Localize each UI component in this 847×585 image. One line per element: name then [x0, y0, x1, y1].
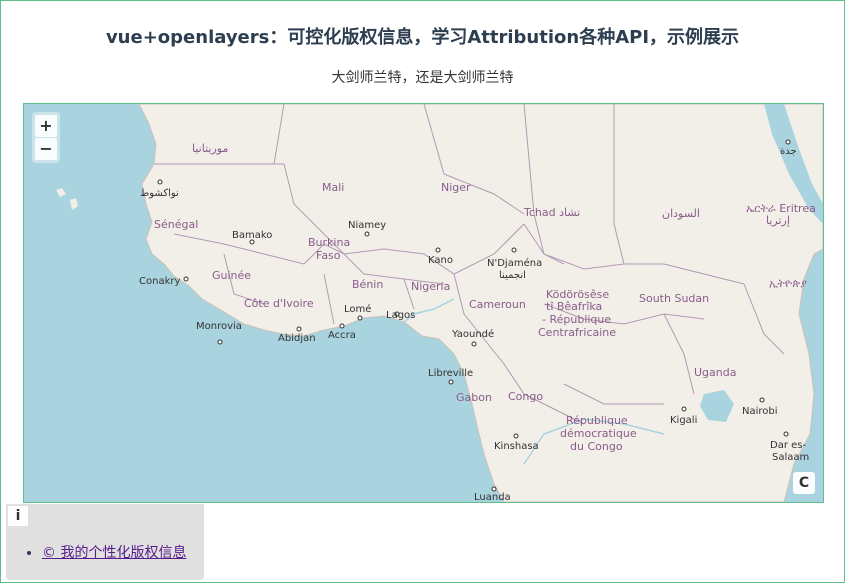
country-label: Sénégal	[154, 218, 198, 231]
attribution-link[interactable]: © 我的个性化版权信息	[42, 545, 186, 561]
city-label: N'Djaména	[487, 257, 542, 269]
country-label: Centrafricaine	[538, 326, 616, 339]
country-label: Nigeria	[411, 280, 450, 293]
country-label: Congo	[508, 390, 543, 403]
city-label: Conakry	[139, 276, 180, 287]
zoom-in-button[interactable]: +	[35, 115, 57, 137]
country-label: Niger	[441, 181, 471, 194]
zoom-control: + −	[32, 112, 60, 163]
country-label: Côte d'Ivoire	[244, 297, 314, 310]
city-label: Nairobi	[742, 406, 778, 417]
country-label: Burkina	[308, 236, 350, 249]
page-title: vue+openlayers：可控化版权信息，学习Attribution各种AP…	[105, 27, 740, 48]
country-label: tî Bêafrîka	[546, 300, 602, 313]
city-label: Abidjan	[278, 333, 316, 344]
country-label: Tchad تشاد	[523, 206, 580, 219]
country-label: Guinée	[212, 269, 251, 282]
zoom-out-button[interactable]: −	[35, 138, 57, 160]
country-label: Uganda	[694, 366, 736, 379]
country-label: Faso	[316, 249, 341, 262]
city-label: Bamako	[232, 230, 272, 241]
country-label: إرتريا	[766, 214, 790, 227]
attribution-info-button[interactable]: i	[8, 506, 28, 526]
attribution-list: © 我的个性化版权信息	[26, 542, 186, 562]
country-label: République	[566, 414, 628, 427]
city-label: Yaoundé	[451, 328, 494, 340]
country-label: du Congo	[570, 440, 623, 453]
country-label: Cameroun	[469, 298, 526, 311]
custom-attribution-panel: i © 我的个性化版权信息	[6, 504, 204, 580]
city-label: Luanda	[474, 492, 511, 502]
city-label: Libreville	[428, 368, 473, 379]
city-label: Kinshasa	[494, 441, 539, 452]
city-label: Monrovia	[196, 321, 242, 332]
country-label: موريتانيا	[192, 142, 228, 155]
country-label: démocratique	[560, 427, 637, 440]
city-label: انجمينا	[499, 270, 526, 281]
city-label: جدة	[780, 146, 797, 157]
city-label: Lagos	[386, 310, 415, 321]
attribution-item: © 我的个性化版权信息	[42, 542, 186, 562]
city-label: Niamey	[348, 220, 386, 231]
country-label: South Sudan	[639, 292, 709, 305]
country-label: - République	[542, 313, 611, 326]
city-label: Dar es-	[770, 440, 806, 451]
city-label: Accra	[328, 330, 356, 341]
country-label: ኢትዮጵያ	[769, 277, 807, 290]
map-canvas[interactable]: موريتانيا Mali Niger Tchad تشاد السودان …	[24, 104, 823, 502]
page-subtitle: 大剑师兰特，还是大剑师兰特	[331, 70, 514, 86]
city-label: Salaam	[772, 452, 809, 463]
country-label: Mali	[322, 181, 344, 194]
country-label: Bénin	[352, 278, 383, 291]
country-label: السودان	[662, 207, 700, 220]
country-label: Gabon	[456, 391, 492, 404]
city-label: Kano	[428, 255, 453, 266]
map-viewport[interactable]: موريتانيا Mali Niger Tchad تشاد السودان …	[23, 103, 824, 503]
attribution-toggle-button[interactable]: C	[793, 472, 815, 494]
city-label: نواكشوط	[140, 188, 179, 199]
page-container: vue+openlayers：可控化版权信息，学习Attribution各种AP…	[0, 0, 845, 583]
city-label: Kigali	[670, 415, 697, 426]
city-label: Lomé	[344, 303, 371, 315]
